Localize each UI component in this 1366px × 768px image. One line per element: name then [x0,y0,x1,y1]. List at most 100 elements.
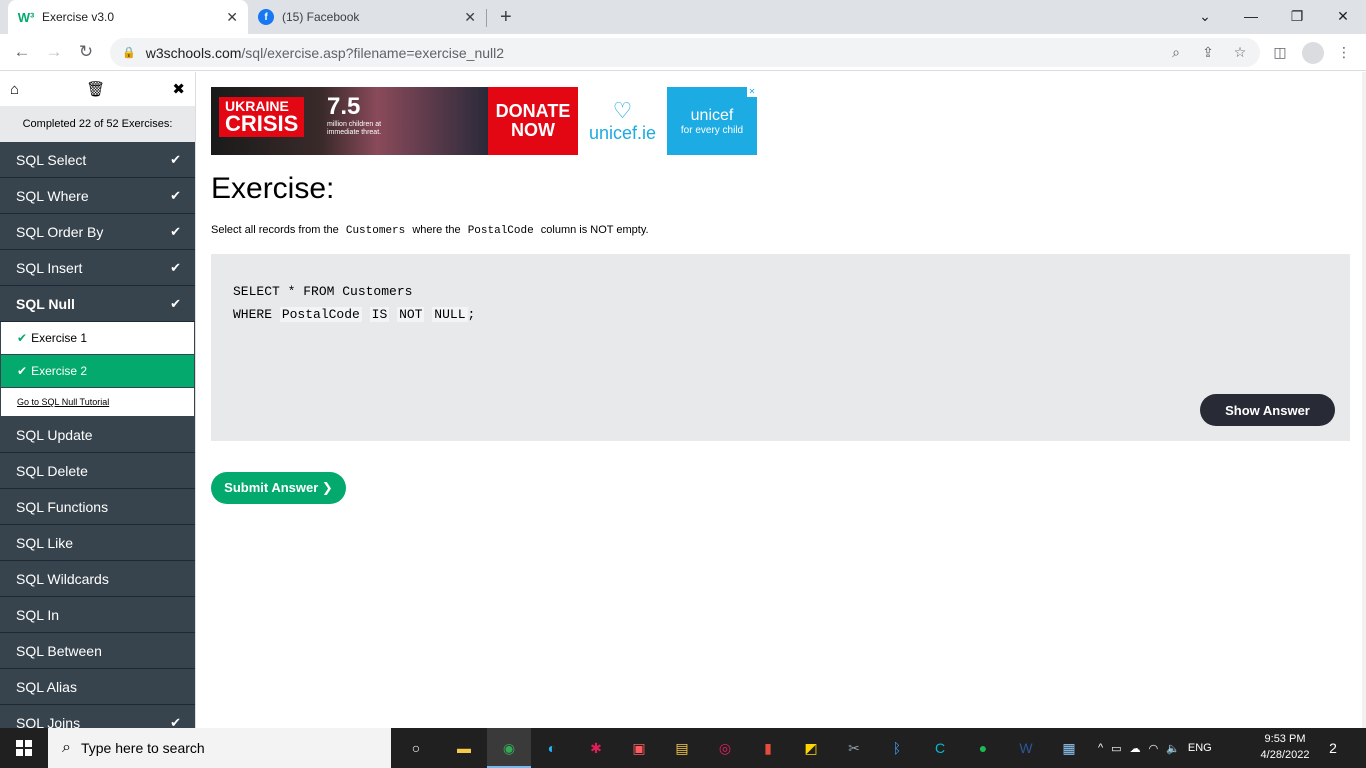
sidebar-item-sql-joins[interactable]: SQL Joins ✔ [0,705,195,728]
restore-icon[interactable]: ❐ [1274,0,1320,32]
home-icon[interactable]: ⌂ [10,81,19,98]
submit-answer-button[interactable]: Submit Answer ❯ [211,472,346,504]
sidebar-item-sql-select[interactable]: SQL Select ✔ [0,142,195,178]
canva-icon[interactable]: C [926,734,954,762]
media-player-icon[interactable]: ◎ [711,734,739,762]
answer-input-null[interactable]: NULL [432,307,468,322]
checkmark-icon: ✔ [170,295,181,311]
sidebar-item-label: SQL Update [16,426,93,443]
sub-item-exercise-1[interactable]: ✔ Exercise 1 [0,322,195,355]
sidebar-item-label: SQL In [16,606,60,623]
wifi-icon[interactable]: ◠ [1149,742,1159,755]
language-indicator[interactable]: ENG [1188,742,1212,754]
close-tab-icon[interactable]: ✕ [464,9,476,26]
chevron-up-icon[interactable]: ^ [1098,742,1103,754]
ad-crisis-text: CRISIS [225,111,299,136]
app-icon[interactable]: ▤ [668,734,696,762]
spotify-icon[interactable]: ● [969,734,997,762]
sql-code: SELECT * FROM Customers WHERE PostalCode… [233,280,475,326]
cortana-icon[interactable]: ○ [402,734,430,762]
instruction-code-table: Customers [345,225,406,237]
forward-icon[interactable]: → [44,42,64,62]
ad-subtext: million children at immediate threat. [327,121,382,136]
answer-input-column[interactable]: PostalCode [279,307,362,322]
checkmark-icon: ✔ [170,223,181,239]
sidebar-item-sql-null[interactable]: SQL Null ✔ [0,286,195,322]
w3schools-favicon-icon: W³ [17,9,35,25]
checkmark-icon: ✔ [17,364,28,378]
unicef-ad-banner[interactable]: UKRAINE CRISIS 7.5 million children at i… [211,87,757,155]
sticky-notes-icon[interactable]: ◩ [797,734,825,762]
slack-icon[interactable]: ✱ [582,734,610,762]
sidebar-item-sql-like[interactable]: SQL Like [0,525,195,561]
sidebar-item-sql-order-by[interactable]: SQL Order By ✔ [0,214,195,250]
sidebar-item-label: SQL Wildcards [16,570,109,587]
ad-brand-text: unicef [690,106,734,124]
tutorial-link[interactable]: Go to SQL Null Tutorial [0,388,195,417]
tab-search-chevron-icon[interactable]: ⌄ [1182,0,1228,32]
page-title: Exercise: [211,172,335,205]
minimize-icon[interactable]: — [1228,0,1274,32]
clock[interactable]: 9:53 PM 4/28/2022 [1252,731,1318,763]
close-tab-icon[interactable]: ✕ [226,9,238,26]
main-content: UKRAINE CRISIS 7.5 million children at i… [196,72,1366,728]
browser-tab-strip: W³ Exercise v3.0 ✕ f (15) Facebook ✕ + ⌄… [0,0,1366,34]
sidebar-item-label: SQL Order By [16,223,104,240]
show-answer-button[interactable]: Show Answer [1200,394,1335,426]
tab-facebook[interactable]: f (15) Facebook ✕ [248,0,486,34]
ad-photo: UKRAINE CRISIS 7.5 million children at i… [211,87,488,155]
sub-item-exercise-2[interactable]: ✔ Exercise 2 [0,355,195,388]
taskbar-search-box[interactable]: ⌕ Type here to search [48,728,391,768]
side-panel-icon[interactable]: ◫ [1270,42,1290,62]
trash-icon[interactable]: 🗑 [86,80,105,98]
sidebar-item-label: SQL Select [16,151,87,168]
sidebar-item-sql-insert[interactable]: SQL Insert ✔ [0,250,195,286]
volume-icon[interactable]: 🔈 [1166,742,1180,755]
bluetooth-icon[interactable]: ᛒ [883,734,911,762]
start-button[interactable] [0,728,48,768]
ad-donate-button[interactable]: DONATE NOW [488,87,578,155]
snipping-tool-icon[interactable]: ✂ [840,734,868,762]
app-icon[interactable]: ▣ [625,734,653,762]
office-icon[interactable]: ▮ [754,734,782,762]
page-scrollbar[interactable] [1362,72,1366,728]
tab-title: Exercise v3.0 [42,10,115,24]
checkmark-icon: ✔ [170,187,181,203]
bookmark-star-icon[interactable]: ☆ [1230,42,1250,62]
tab-exercise[interactable]: W³ Exercise v3.0 ✕ [8,0,248,34]
checkmark-icon: ✔ [170,151,181,167]
ad-unicef-logo: ✕ unicef for every child [667,87,757,155]
menu-kebab-icon[interactable]: ⋮ [1334,42,1354,62]
back-icon[interactable]: ← [12,42,32,62]
sidebar-item-sql-between[interactable]: SQL Between [0,633,195,669]
app-icon[interactable]: ▦ [1055,734,1083,762]
notifications-icon[interactable]: 2 [1322,737,1344,759]
chrome-icon[interactable]: ◉ [495,734,523,762]
close-sidebar-icon[interactable]: ✖ [172,80,185,98]
sidebar-item-sql-delete[interactable]: SQL Delete [0,453,195,489]
battery-icon[interactable]: ▭ [1111,742,1121,755]
profile-avatar[interactable] [1302,42,1324,64]
sidebar-item-sql-alias[interactable]: SQL Alias [0,669,195,705]
sidebar-item-label: SQL Null [16,295,75,312]
share-icon[interactable]: ⇪ [1198,42,1218,62]
tab-title: (15) Facebook [282,10,360,24]
cloud-icon[interactable]: ☁ [1130,742,1141,755]
lock-icon[interactable]: 🔒 [122,46,136,59]
close-window-icon[interactable]: ✕ [1320,0,1366,32]
sidebar-item-sql-where[interactable]: SQL Where ✔ [0,178,195,214]
sidebar-item-sql-update[interactable]: SQL Update [0,417,195,453]
sidebar-item-sql-functions[interactable]: SQL Functions [0,489,195,525]
file-explorer-icon[interactable]: ▬ [450,734,478,762]
answer-input-is[interactable]: IS [369,307,390,322]
ad-close-icon[interactable]: ✕ [747,87,757,97]
sidebar-item-sql-wildcards[interactable]: SQL Wildcards [0,561,195,597]
reload-icon[interactable]: ↻ [76,42,96,62]
sidebar-item-sql-in[interactable]: SQL In [0,597,195,633]
zoom-icon[interactable]: ⌕ [1166,42,1186,62]
url-bar[interactable]: 🔒 w3schools.com/sql/exercise.asp?filenam… [110,38,1260,67]
word-icon[interactable]: W [1012,734,1040,762]
answer-input-not[interactable]: NOT [397,307,425,322]
edge-icon[interactable]: ◐ [538,734,566,762]
new-tab-icon[interactable]: + [500,6,512,29]
